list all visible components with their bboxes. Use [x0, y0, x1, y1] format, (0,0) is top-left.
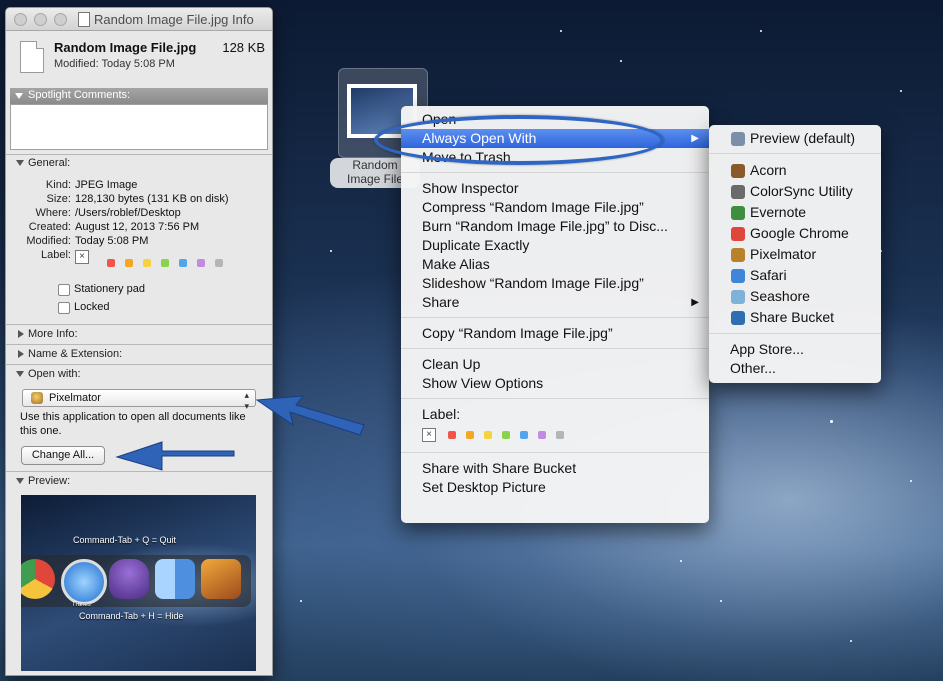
- annotation-arrows: [115, 395, 365, 471]
- arrow-to-change-all: [115, 441, 235, 471]
- arrow-to-popup: [255, 395, 365, 436]
